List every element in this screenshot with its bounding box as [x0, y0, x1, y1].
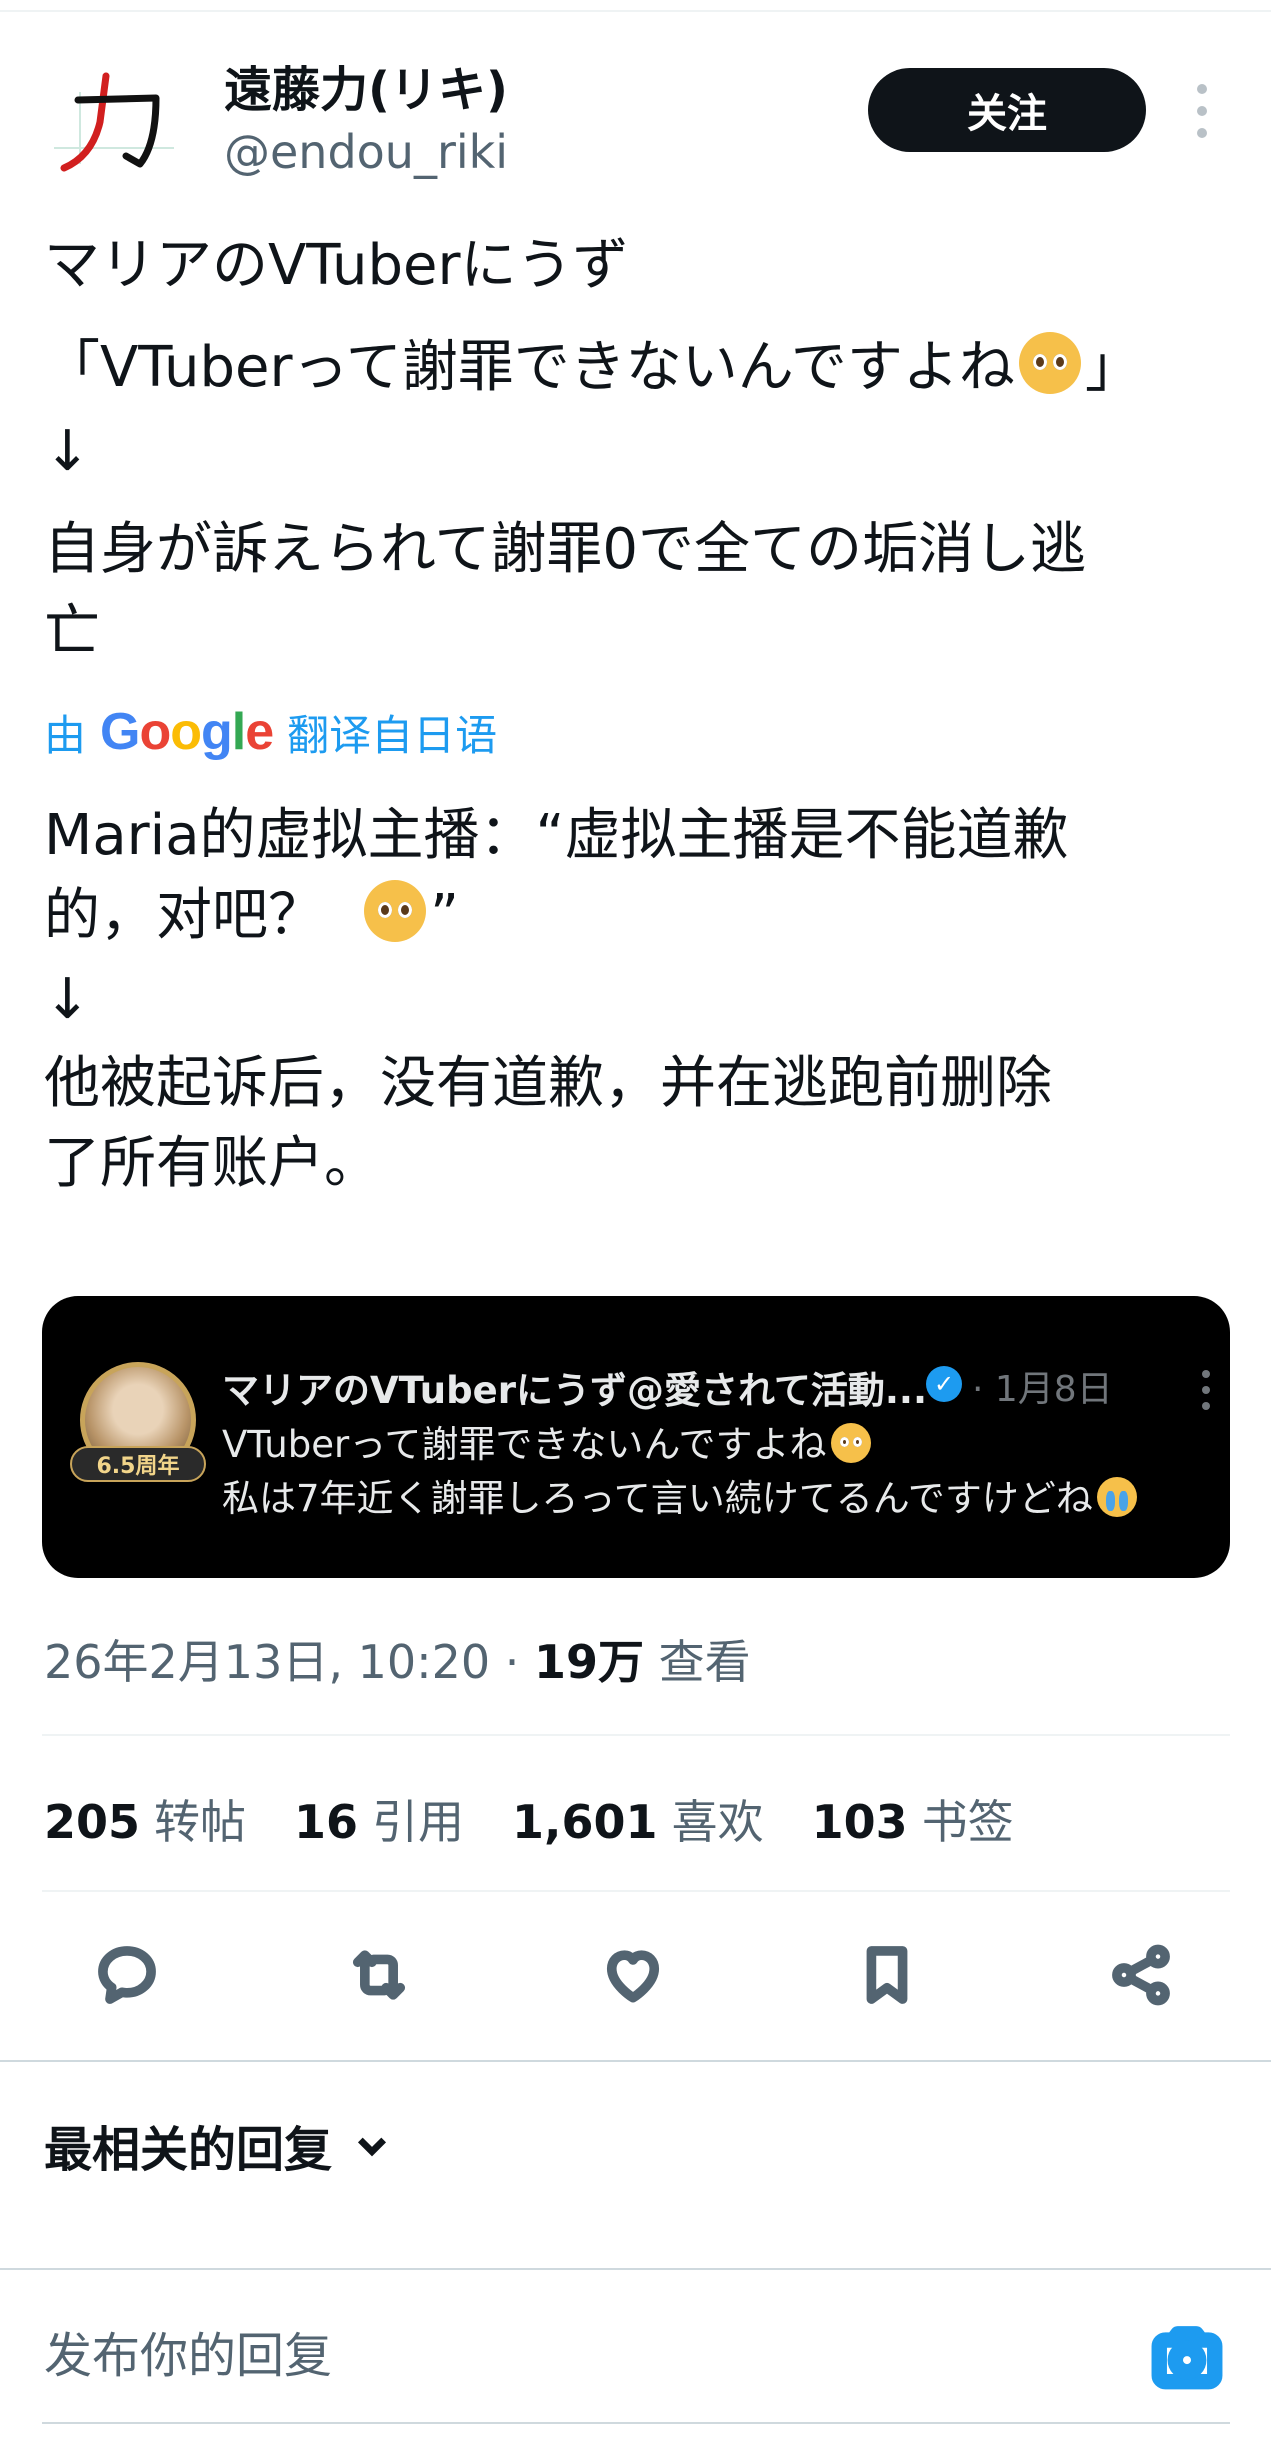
bookmarks-stat[interactable]: 103 书签	[812, 1786, 1014, 1852]
tweet-text-line: 自身が訴えられて謝罪0で全ての垢消し逃	[44, 517, 1086, 582]
chevron-down-icon	[357, 2137, 387, 2157]
reply-bar-divider	[0, 2268, 1271, 2270]
translated-text-line: ↓	[44, 967, 91, 1032]
timestamp[interactable]: 26年2月13日, 10:20 ·	[44, 1635, 534, 1689]
verified-icon: ✓	[926, 1366, 962, 1402]
share-icon[interactable]	[1096, 1930, 1186, 2020]
quoted-badge: 6.5周年	[70, 1446, 206, 1482]
quoted-text-line: 私は7年近く謝罪しろって言い続けてるんですけどね	[222, 1468, 1141, 1522]
tweet-text-line: 亡	[44, 599, 100, 664]
divider	[42, 1890, 1230, 1892]
replies-sort-label: 最相关的回复	[44, 2122, 333, 2178]
follow-button[interactable]: 关注	[868, 68, 1146, 152]
bookmark-icon[interactable]	[842, 1930, 932, 2020]
translated-text-line: Maria的虚拟主播：“虚拟主播是不能道歉	[44, 803, 1069, 868]
author-display-name[interactable]: 遠藤力(リキ)	[224, 58, 508, 122]
action-bar	[0, 1930, 1271, 2020]
retweets-stat[interactable]: 205 转帖	[44, 1786, 246, 1852]
translate-prefix: 由	[44, 710, 87, 760]
reply-bar-underline	[42, 2422, 1230, 2424]
translated-text-line: 他被起诉后，没有道歉，并在逃跑前删除	[44, 1051, 1052, 1116]
author-handle[interactable]: @endou_riki	[224, 122, 508, 182]
translate-source: 翻译自日语	[287, 710, 498, 760]
top-divider	[0, 10, 1271, 12]
quoted-more-icon	[1202, 1370, 1212, 1410]
divider	[42, 1734, 1230, 1736]
retweet-icon[interactable]	[334, 1930, 424, 2020]
replies-sort-dropdown[interactable]: 最相关的回复	[44, 2110, 392, 2180]
pleading-face-emoji	[830, 1423, 871, 1463]
crying-face-emoji	[1096, 1477, 1137, 1517]
google-logo: Google	[100, 703, 274, 761]
reply-input[interactable]: 发布你的回复	[44, 2316, 332, 2386]
tweet-text-line: 「VTuberって謝罪できないんですよね」	[44, 328, 1141, 408]
pleading-face-emoji	[1018, 332, 1081, 394]
pleading-face-emoji	[364, 880, 426, 942]
author-avatar[interactable]	[44, 52, 188, 196]
quoted-date: · 1月8日	[972, 1369, 1113, 1410]
tweet-text-line: マリアのVTuberにうず	[44, 233, 629, 298]
more-icon[interactable]	[1184, 84, 1220, 138]
quotes-stat[interactable]: 16 引用	[294, 1786, 464, 1852]
tweet-meta: 26年2月13日, 10:20 · 19万 查看	[44, 1626, 751, 1692]
likes-stat[interactable]: 1,601 喜欢	[512, 1786, 764, 1852]
section-divider	[0, 2060, 1271, 2062]
translated-text-line: 的，对吧？”	[44, 876, 459, 956]
engagement-stats: 205 转帖 16 引用 1,601 喜欢 103 书签	[44, 1786, 1062, 1852]
like-icon[interactable]	[588, 1930, 678, 2020]
views-count: 19万	[534, 1635, 645, 1689]
views-label: 查看	[644, 1635, 751, 1689]
tweet-text-line: ↓	[44, 419, 91, 484]
quoted-text-line: VTuberって謝罪できないんですよね	[222, 1414, 875, 1468]
attached-image[interactable]: 6.5周年 マリアのVTuberにうず@愛されて活動... ✓ · 1月8日 V…	[42, 1296, 1230, 1578]
avatar-glyph	[54, 72, 174, 172]
translation-attribution[interactable]: 由 Google 翻译自日语	[44, 700, 497, 764]
reply-icon[interactable]	[82, 1930, 172, 2020]
camera-icon[interactable]	[1150, 2320, 1224, 2394]
quoted-name: マリアのVTuberにうず@愛されて活動...	[222, 1369, 928, 1412]
translated-text-line: 了所有账户。	[44, 1131, 380, 1196]
